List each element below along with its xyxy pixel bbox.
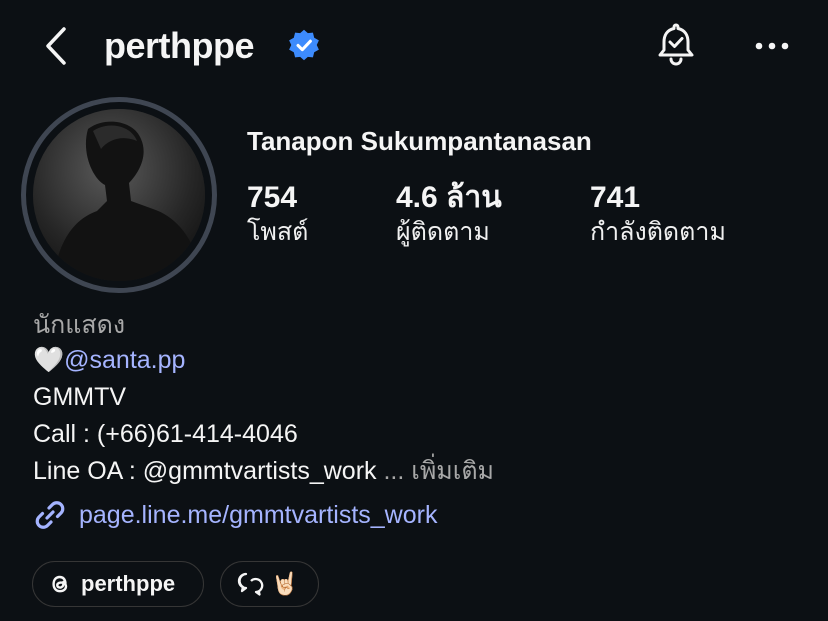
bio-line-3: GMMTV bbox=[33, 383, 127, 411]
stat-followers[interactable]: 4.6 ล้าน ผู้ติดตาม bbox=[396, 180, 502, 248]
back-button[interactable] bbox=[36, 24, 76, 68]
stat-posts-label: โพสต์ bbox=[247, 218, 309, 246]
link-icon bbox=[35, 501, 65, 529]
stat-following[interactable]: 741 กำลังติดตาม bbox=[590, 180, 726, 248]
profile-full-name: Tanapon Sukumpantanasan bbox=[247, 126, 592, 156]
chevron-left-icon bbox=[46, 27, 66, 65]
stat-posts-value: 754 bbox=[247, 181, 298, 214]
more-options-button[interactable] bbox=[752, 26, 792, 66]
stat-posts[interactable]: 754 โพสต์ bbox=[247, 180, 308, 248]
chat-channel-button[interactable]: 🤘🏻 bbox=[220, 561, 319, 607]
stat-following-value: 741 bbox=[590, 181, 641, 214]
rock-hand-emoji: 🤘🏻 bbox=[271, 571, 299, 596]
bio-more-button[interactable]: ... เพิ่มเติม bbox=[383, 457, 494, 485]
bio-category: นักแสดง bbox=[33, 311, 126, 339]
bio-line-5-text: Line OA : @gmmtvartists_work bbox=[33, 457, 377, 485]
bio-line-4: Call : (+66)61-414-4046 bbox=[33, 420, 298, 448]
threads-icon bbox=[52, 575, 68, 593]
mention-link[interactable]: @santa.pp bbox=[64, 346, 185, 374]
threads-username: perthppe bbox=[81, 571, 176, 596]
more-horizontal-icon bbox=[755, 42, 789, 50]
stat-followers-value: 4.6 ล้าน bbox=[396, 181, 502, 214]
avatar[interactable] bbox=[21, 97, 217, 293]
stat-following-label: กำลังติดตาม bbox=[590, 218, 726, 246]
chat-bubbles-icon bbox=[237, 572, 264, 596]
white-heart-emoji: 🤍 bbox=[33, 346, 65, 374]
bio-link-text: page.line.me/gmmtvartists_work bbox=[79, 501, 438, 529]
bio-mention-line: 🤍@santa.pp bbox=[33, 343, 185, 377]
threads-profile-button[interactable]: perthppe bbox=[32, 561, 204, 607]
avatar-image bbox=[33, 109, 205, 281]
verified-badge-icon bbox=[289, 29, 319, 61]
profile-username: perthppe bbox=[104, 25, 255, 66]
bio-line-5: Line OA : @gmmtvartists_work ... เพิ่มเต… bbox=[33, 454, 494, 488]
stat-followers-label: ผู้ติดตาม bbox=[396, 218, 490, 246]
bell-check-icon bbox=[658, 23, 694, 66]
notifications-button[interactable] bbox=[652, 20, 700, 68]
bio-link[interactable]: page.line.me/gmmtvartists_work bbox=[33, 498, 437, 532]
